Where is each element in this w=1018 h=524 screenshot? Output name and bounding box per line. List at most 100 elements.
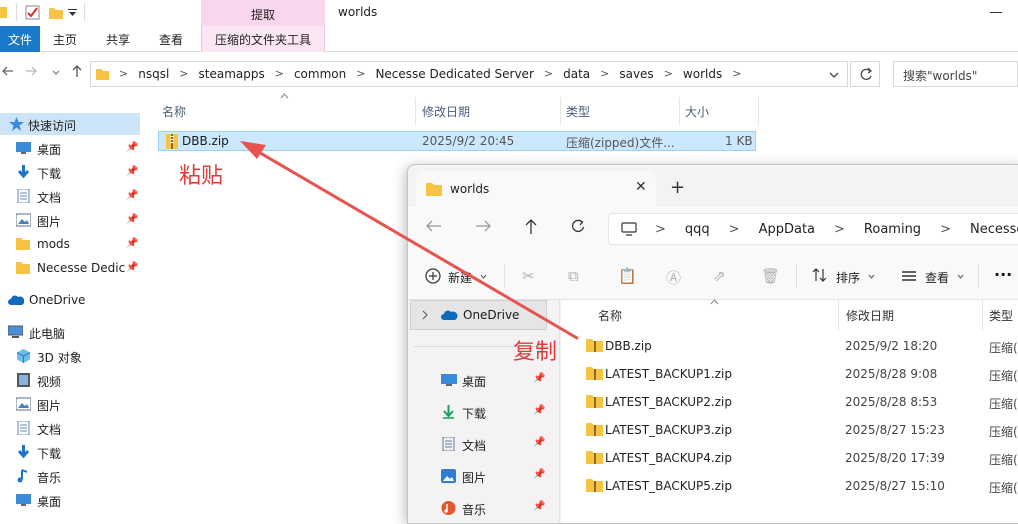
table-row[interactable]: LATEST_BACKUP5.zip 2025/8/27 15:10 压缩( — [561, 472, 1018, 500]
column-divider[interactable] — [758, 97, 759, 125]
breadcrumb-item[interactable]: saves — [619, 67, 653, 81]
table-row[interactable]: LATEST_BACKUP3.zip 2025/8/27 15:23 压缩( — [561, 416, 1018, 444]
view-button[interactable]: 查看 — [925, 269, 949, 286]
table-row[interactable]: LATEST_BACKUP2.zip 2025/8/28 8:53 压缩( — [561, 388, 1018, 416]
pin-icon: 📌 — [126, 142, 139, 153]
tab-share[interactable]: 共享 — [106, 31, 130, 48]
nav-item-desktop[interactable]: 桌面 📌 — [0, 137, 140, 159]
tab-home[interactable]: 主页 — [53, 31, 77, 48]
forward-arrow-icon[interactable] — [475, 219, 491, 233]
column-divider[interactable] — [679, 97, 680, 125]
refresh-icon[interactable] — [571, 219, 585, 233]
address-dropdown-chevron-icon[interactable] — [829, 72, 839, 79]
minimize-button[interactable] — [990, 12, 1002, 13]
nav-item-desktop[interactable]: 桌面 — [0, 489, 140, 511]
column-divider[interactable] — [982, 300, 983, 330]
pin-icon: 📌 — [533, 437, 546, 448]
cut-icon[interactable]: ✂ — [522, 267, 535, 285]
new-folder-icon[interactable] — [48, 5, 64, 21]
table-row[interactable]: DBB.zip 2025/9/2 18:20 压缩( — [561, 332, 1018, 360]
column-header-date[interactable]: 修改日期 — [846, 307, 894, 324]
zip-folder-icon — [586, 394, 603, 408]
table-row[interactable]: LATEST_BACKUP4.zip 2025/8/20 17:39 压缩( — [561, 444, 1018, 472]
breadcrumb-item[interactable]: worlds — [683, 67, 722, 81]
column-header-date[interactable]: 修改日期 — [422, 103, 470, 120]
nav-item-mods[interactable]: mods 📌 — [0, 233, 140, 255]
chevron-right-icon[interactable] — [422, 310, 428, 320]
customize-toolbar-icon[interactable] — [68, 9, 77, 17]
copy-icon[interactable]: ⧉ — [568, 267, 579, 285]
tab-file[interactable]: 文件 — [0, 26, 40, 52]
breadcrumb-item[interactable]: nsqsl — [138, 67, 169, 81]
context-tab-header: 提取 — [201, 0, 325, 26]
nav-item-desktop[interactable]: 桌面 📌 — [408, 365, 560, 395]
delete-icon[interactable]: 🗑 — [761, 267, 780, 285]
nav-item-downloads[interactable]: 下载 📌 — [0, 161, 140, 183]
table-row[interactable]: DBB.zip 2025/9/2 20:45 压缩(zipped)文件... 1… — [158, 131, 756, 151]
zip-folder-icon — [165, 134, 179, 149]
nav-item-quick-access[interactable]: 快速访问 — [0, 113, 140, 135]
share-icon[interactable]: ⇗ — [713, 267, 726, 285]
file-date: 2025/8/27 15:10 — [845, 479, 945, 493]
nav-item-onedrive[interactable]: OneDrive — [410, 300, 547, 330]
rename-icon[interactable]: Ⓐ — [666, 267, 681, 288]
nav-item-necesse[interactable]: Necesse Dedic 📌 — [0, 257, 140, 279]
back-arrow-icon[interactable] — [426, 219, 442, 233]
nav-item-this-pc[interactable]: 此电脑 — [0, 321, 140, 343]
nav-item-documents[interactable]: 文档 — [0, 417, 140, 439]
nav-item-pictures[interactable]: 图片 📌 — [408, 461, 560, 491]
column-divider[interactable] — [415, 97, 416, 125]
sort-button[interactable]: 排序 — [836, 269, 860, 286]
nav-item-downloads[interactable]: 下载 📌 — [408, 397, 560, 427]
search-input[interactable]: 搜索"worlds" — [893, 61, 1018, 87]
folder-icon — [96, 67, 110, 81]
nav-item-pictures[interactable]: 图片 — [0, 393, 140, 415]
column-header-size[interactable]: 大小 — [685, 103, 709, 120]
column-header-type[interactable]: 类型 — [989, 307, 1013, 324]
forward-arrow-icon[interactable] — [25, 65, 37, 77]
breadcrumb-item[interactable]: common — [294, 67, 346, 81]
nav-item-music[interactable]: 音乐 — [0, 465, 140, 487]
address-bar[interactable]: > nsqsl > steamapps > common > Necesse Dedi… — [90, 61, 848, 87]
column-divider[interactable] — [560, 97, 561, 125]
nav-item-pictures[interactable]: 图片 📌 — [0, 209, 140, 231]
table-row[interactable]: LATEST_BACKUP1.zip 2025/8/28 9:08 压缩( — [561, 360, 1018, 388]
more-options-icon[interactable]: ··· — [994, 265, 1012, 284]
breadcrumb-item[interactable]: data — [563, 67, 590, 81]
paste-annotation-label: 粘贴 — [179, 164, 224, 189]
breadcrumb: > nsqsl > steamapps > common > Necesse Dedi… — [119, 67, 742, 81]
folder-icon[interactable] — [0, 5, 8, 19]
back-arrow-icon[interactable] — [2, 65, 14, 77]
nav-label: 桌面 — [462, 375, 487, 389]
tab-view[interactable]: 查看 — [159, 31, 183, 48]
nav-item-documents[interactable]: 文档 📌 — [408, 429, 560, 459]
breadcrumb-item[interactable]: steamapps — [199, 67, 265, 81]
new-tab-icon[interactable]: + — [670, 177, 685, 198]
nav-item-downloads[interactable]: 下载 — [0, 441, 140, 463]
breadcrumb-item[interactable]: AppData — [759, 222, 815, 237]
breadcrumb-item[interactable]: Roaming — [864, 222, 921, 237]
nav-item-music[interactable]: 音乐 📌 — [408, 493, 560, 523]
up-arrow-icon[interactable] — [71, 65, 83, 78]
address-bar[interactable]: > qqq> AppData> Roaming> Necesse> — [608, 213, 1018, 245]
breadcrumb-item[interactable]: Necesse Dedicated Server — [375, 67, 533, 81]
paste-icon[interactable]: 📋 — [618, 267, 637, 285]
nav-item-onedrive[interactable]: OneDrive — [0, 289, 140, 311]
column-header-type[interactable]: 类型 — [566, 103, 590, 120]
breadcrumb-item[interactable]: qqq — [685, 222, 710, 237]
breadcrumb-item[interactable]: Necesse — [970, 222, 1018, 237]
nav-item-3d-objects[interactable]: 3D 对象 — [0, 345, 140, 367]
tab-worlds[interactable]: worlds ✕ — [416, 171, 656, 207]
new-button[interactable]: 新建 — [448, 269, 472, 286]
nav-item-documents[interactable]: 文档 📌 — [0, 185, 140, 207]
properties-icon[interactable] — [25, 5, 41, 21]
tab-compressed-folder-tools[interactable]: 压缩的文件夹工具 — [201, 26, 325, 52]
column-header-name[interactable]: 名称 — [162, 103, 186, 120]
nav-item-videos[interactable]: 视频 — [0, 369, 140, 391]
recent-locations-chevron-icon[interactable] — [52, 70, 60, 76]
up-arrow-icon[interactable] — [524, 219, 538, 235]
close-icon[interactable]: ✕ — [635, 179, 647, 195]
column-divider[interactable] — [838, 300, 839, 330]
column-header-name[interactable]: 名称 — [598, 307, 622, 324]
refresh-button[interactable] — [850, 61, 880, 87]
